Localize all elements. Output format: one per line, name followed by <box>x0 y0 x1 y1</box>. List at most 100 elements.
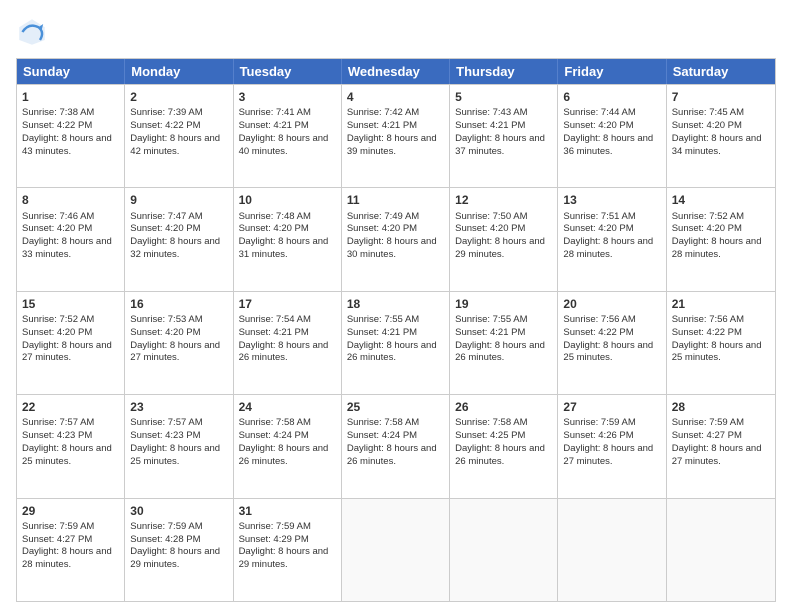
daylight: Daylight: 8 hours and 32 minutes. <box>130 236 220 260</box>
day-number: 31 <box>239 503 336 519</box>
day-number: 12 <box>455 192 552 208</box>
day-number: 14 <box>672 192 770 208</box>
header-day-friday: Friday <box>558 59 666 84</box>
day-cell-3: 3Sunrise: 7:41 AMSunset: 4:21 PMDaylight… <box>234 85 342 187</box>
sunrise: Sunrise: 7:57 AM <box>22 417 94 428</box>
daylight: Daylight: 8 hours and 26 minutes. <box>239 443 329 467</box>
day-number: 28 <box>672 399 770 415</box>
sunrise: Sunrise: 7:41 AM <box>239 107 311 118</box>
header <box>16 16 776 48</box>
sunset: Sunset: 4:21 PM <box>347 327 417 338</box>
day-cell-20: 20Sunrise: 7:56 AMSunset: 4:22 PMDayligh… <box>558 292 666 394</box>
sunrise: Sunrise: 7:56 AM <box>672 314 744 325</box>
sunrise: Sunrise: 7:52 AM <box>672 211 744 222</box>
day-number: 1 <box>22 89 119 105</box>
daylight: Daylight: 8 hours and 34 minutes. <box>672 133 762 157</box>
day-cell-23: 23Sunrise: 7:57 AMSunset: 4:23 PMDayligh… <box>125 395 233 497</box>
sunset: Sunset: 4:20 PM <box>563 223 633 234</box>
sunset: Sunset: 4:22 PM <box>563 327 633 338</box>
sunset: Sunset: 4:27 PM <box>672 430 742 441</box>
sunrise: Sunrise: 7:56 AM <box>563 314 635 325</box>
day-number: 16 <box>130 296 227 312</box>
sunrise: Sunrise: 7:43 AM <box>455 107 527 118</box>
header-day-tuesday: Tuesday <box>234 59 342 84</box>
sunset: Sunset: 4:22 PM <box>672 327 742 338</box>
daylight: Daylight: 8 hours and 33 minutes. <box>22 236 112 260</box>
sunrise: Sunrise: 7:47 AM <box>130 211 202 222</box>
sunrise: Sunrise: 7:53 AM <box>130 314 202 325</box>
sunset: Sunset: 4:20 PM <box>130 327 200 338</box>
sunset: Sunset: 4:24 PM <box>239 430 309 441</box>
daylight: Daylight: 8 hours and 42 minutes. <box>130 133 220 157</box>
day-number: 2 <box>130 89 227 105</box>
sunset: Sunset: 4:20 PM <box>455 223 525 234</box>
empty-cell <box>342 499 450 601</box>
sunrise: Sunrise: 7:59 AM <box>563 417 635 428</box>
day-number: 3 <box>239 89 336 105</box>
sunset: Sunset: 4:22 PM <box>22 120 92 131</box>
daylight: Daylight: 8 hours and 29 minutes. <box>455 236 545 260</box>
day-number: 18 <box>347 296 444 312</box>
week-row-4: 22Sunrise: 7:57 AMSunset: 4:23 PMDayligh… <box>17 394 775 497</box>
calendar: SundayMondayTuesdayWednesdayThursdayFrid… <box>16 58 776 602</box>
day-number: 20 <box>563 296 660 312</box>
day-number: 7 <box>672 89 770 105</box>
daylight: Daylight: 8 hours and 26 minutes. <box>347 443 437 467</box>
day-cell-25: 25Sunrise: 7:58 AMSunset: 4:24 PMDayligh… <box>342 395 450 497</box>
day-cell-30: 30Sunrise: 7:59 AMSunset: 4:28 PMDayligh… <box>125 499 233 601</box>
sunset: Sunset: 4:20 PM <box>22 327 92 338</box>
daylight: Daylight: 8 hours and 27 minutes. <box>22 340 112 364</box>
daylight: Daylight: 8 hours and 25 minutes. <box>22 443 112 467</box>
day-number: 25 <box>347 399 444 415</box>
daylight: Daylight: 8 hours and 31 minutes. <box>239 236 329 260</box>
sunrise: Sunrise: 7:49 AM <box>347 211 419 222</box>
daylight: Daylight: 8 hours and 26 minutes. <box>455 443 545 467</box>
week-row-2: 8Sunrise: 7:46 AMSunset: 4:20 PMDaylight… <box>17 187 775 290</box>
sunset: Sunset: 4:21 PM <box>347 120 417 131</box>
sunset: Sunset: 4:25 PM <box>455 430 525 441</box>
empty-cell <box>667 499 775 601</box>
sunset: Sunset: 4:20 PM <box>563 120 633 131</box>
sunset: Sunset: 4:27 PM <box>22 534 92 545</box>
day-number: 24 <box>239 399 336 415</box>
header-day-sunday: Sunday <box>17 59 125 84</box>
sunrise: Sunrise: 7:55 AM <box>455 314 527 325</box>
day-cell-12: 12Sunrise: 7:50 AMSunset: 4:20 PMDayligh… <box>450 188 558 290</box>
sunrise: Sunrise: 7:59 AM <box>22 521 94 532</box>
daylight: Daylight: 8 hours and 37 minutes. <box>455 133 545 157</box>
day-cell-4: 4Sunrise: 7:42 AMSunset: 4:21 PMDaylight… <box>342 85 450 187</box>
day-cell-15: 15Sunrise: 7:52 AMSunset: 4:20 PMDayligh… <box>17 292 125 394</box>
sunset: Sunset: 4:20 PM <box>22 223 92 234</box>
calendar-body: 1Sunrise: 7:38 AMSunset: 4:22 PMDaylight… <box>17 84 775 601</box>
sunset: Sunset: 4:28 PM <box>130 534 200 545</box>
logo-icon <box>16 16 48 48</box>
sunrise: Sunrise: 7:58 AM <box>239 417 311 428</box>
day-cell-1: 1Sunrise: 7:38 AMSunset: 4:22 PMDaylight… <box>17 85 125 187</box>
week-row-1: 1Sunrise: 7:38 AMSunset: 4:22 PMDaylight… <box>17 84 775 187</box>
day-cell-10: 10Sunrise: 7:48 AMSunset: 4:20 PMDayligh… <box>234 188 342 290</box>
empty-cell <box>450 499 558 601</box>
daylight: Daylight: 8 hours and 43 minutes. <box>22 133 112 157</box>
sunset: Sunset: 4:20 PM <box>347 223 417 234</box>
sunset: Sunset: 4:26 PM <box>563 430 633 441</box>
day-cell-6: 6Sunrise: 7:44 AMSunset: 4:20 PMDaylight… <box>558 85 666 187</box>
sunset: Sunset: 4:20 PM <box>672 223 742 234</box>
day-cell-27: 27Sunrise: 7:59 AMSunset: 4:26 PMDayligh… <box>558 395 666 497</box>
day-cell-28: 28Sunrise: 7:59 AMSunset: 4:27 PMDayligh… <box>667 395 775 497</box>
sunrise: Sunrise: 7:59 AM <box>239 521 311 532</box>
sunrise: Sunrise: 7:52 AM <box>22 314 94 325</box>
day-cell-29: 29Sunrise: 7:59 AMSunset: 4:27 PMDayligh… <box>17 499 125 601</box>
daylight: Daylight: 8 hours and 25 minutes. <box>672 340 762 364</box>
day-number: 9 <box>130 192 227 208</box>
day-cell-5: 5Sunrise: 7:43 AMSunset: 4:21 PMDaylight… <box>450 85 558 187</box>
daylight: Daylight: 8 hours and 26 minutes. <box>455 340 545 364</box>
sunset: Sunset: 4:21 PM <box>239 327 309 338</box>
day-number: 10 <box>239 192 336 208</box>
day-cell-7: 7Sunrise: 7:45 AMSunset: 4:20 PMDaylight… <box>667 85 775 187</box>
sunset: Sunset: 4:21 PM <box>239 120 309 131</box>
daylight: Daylight: 8 hours and 29 minutes. <box>130 546 220 570</box>
daylight: Daylight: 8 hours and 29 minutes. <box>239 546 329 570</box>
header-day-wednesday: Wednesday <box>342 59 450 84</box>
day-number: 30 <box>130 503 227 519</box>
day-cell-11: 11Sunrise: 7:49 AMSunset: 4:20 PMDayligh… <box>342 188 450 290</box>
